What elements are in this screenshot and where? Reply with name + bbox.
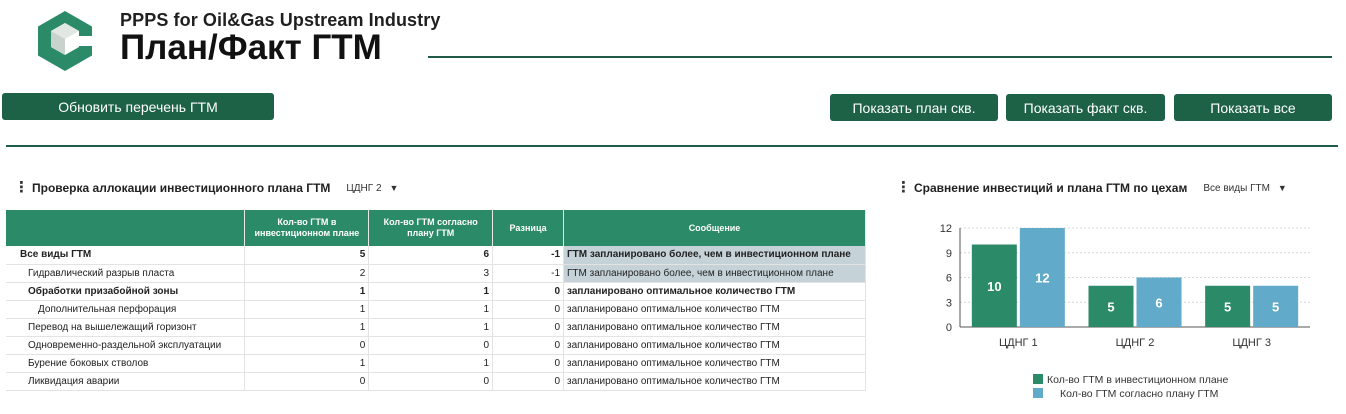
row-plan: 1 [368, 300, 494, 319]
row-plan: 6 [368, 246, 494, 265]
show-all-button[interactable]: Показать все [1174, 94, 1332, 121]
column-header-invest[interactable]: Кол-во ГТМ в инвестиционном плане [244, 210, 370, 246]
x-tick-label: ЦДНГ 3 [1232, 337, 1271, 349]
x-tick-label: ЦДНГ 1 [999, 337, 1038, 349]
allocation-filter-value: ЦДНГ 2 [346, 182, 382, 194]
comparison-title: Сравнение инвестиций и плана ГТМ по цеха… [914, 181, 1188, 195]
row-name: Одновременно-раздельной эксплуатации [6, 336, 246, 355]
row-diff: 0 [492, 282, 565, 301]
column-header-category [6, 210, 246, 246]
row-diff: -1 [492, 246, 565, 265]
row-message: ГТМ запланировано более, чем в инвестици… [563, 246, 866, 265]
table-row[interactable]: Дополнительная перфорация 1 1 0 запланир… [6, 300, 866, 319]
row-diff: 0 [492, 300, 565, 319]
row-invest: 1 [244, 282, 370, 301]
table-header-row: Кол-во ГТМ в инвестиционном плане Кол-во… [6, 210, 866, 246]
column-header-message[interactable]: Сообщение [563, 210, 866, 246]
bar-value-label: 10 [987, 279, 1001, 294]
allocation-filter-dropdown[interactable]: ЦДНГ 2 ▼ [346, 183, 398, 194]
row-message: ГТМ запланировано более, чем в инвестици… [563, 264, 866, 283]
allocation-title: Проверка аллокации инвестиционного плана… [32, 181, 331, 195]
table-row[interactable]: Перевод на вышележащий горизонт 1 1 0 за… [6, 318, 866, 337]
comparison-filter-dropdown[interactable]: Все виды ГТМ ▼ [1203, 183, 1286, 194]
bar-value-label: 12 [1035, 271, 1049, 286]
y-tick-label: 6 [946, 273, 952, 285]
row-diff: 0 [492, 354, 565, 373]
kebab-icon[interactable]: ⋮ [896, 180, 911, 195]
legend-swatch [1033, 374, 1043, 384]
row-name: Гидравлический разрыв пласта [6, 264, 246, 283]
bar-value-label: 5 [1224, 299, 1231, 314]
table-row[interactable]: Ликвидация аварии 0 0 0 запланировано оп… [6, 372, 866, 391]
table-row[interactable]: Одновременно-раздельной эксплуатации 0 0… [6, 336, 866, 355]
page-title: План/Факт ГТМ [120, 28, 382, 67]
bar-value-label: 5 [1107, 299, 1114, 314]
row-name: Бурение боковых стволов [6, 354, 246, 373]
row-invest: 0 [244, 336, 370, 355]
row-message: запланировано оптимальное количество ГТМ [563, 372, 866, 391]
legend-label: Кол-во ГТМ в инвестиционном плане [1047, 374, 1228, 386]
row-message: запланировано оптимальное количество ГТМ [563, 282, 866, 301]
bar-value-label: 5 [1272, 299, 1279, 314]
allocation-panel-header: ⋮ Проверка аллокации инвестиционного пла… [14, 180, 398, 195]
row-message: запланировано оптимальное количество ГТМ [563, 318, 866, 337]
row-name: Ликвидация аварии [6, 372, 246, 391]
caret-down-icon: ▼ [1277, 183, 1287, 193]
y-tick-label: 9 [946, 248, 952, 260]
allocation-table: Кол-во ГТМ в инвестиционном плане Кол-во… [6, 210, 866, 391]
row-diff: 0 [492, 318, 565, 337]
refresh-gtm-button[interactable]: Обновить перечень ГТМ [2, 93, 274, 120]
row-invest: 2 [244, 264, 370, 283]
comparison-panel-header: ⋮ Сравнение инвестиций и плана ГТМ по це… [896, 180, 1287, 195]
legend-swatch [1033, 388, 1043, 398]
column-header-plan[interactable]: Кол-во ГТМ согласно плану ГТМ [368, 210, 494, 246]
section-divider [6, 145, 1338, 147]
comparison-bar-chart: 0 3 6 9 12 10 12 ЦДНГ 1 5 6 ЦДНГ 2 5 5 ЦДНГ 3 Кол-во Г… [940, 223, 1310, 400]
x-tick-label: ЦДНГ 2 [1116, 337, 1155, 349]
row-name: Перевод на вышележащий горизонт [6, 318, 246, 337]
table-row[interactable]: Все виды ГТМ 5 6 -1 ГТМ запланировано бо… [6, 246, 866, 265]
y-tick-label: 12 [940, 223, 952, 235]
table-row[interactable]: Обработки призабойной зоны 1 1 0 заплани… [6, 282, 866, 301]
row-message: запланировано оптимальное количество ГТМ [563, 336, 866, 355]
row-plan: 0 [368, 372, 494, 391]
bar-value-label: 6 [1155, 295, 1162, 310]
y-tick-label: 3 [946, 297, 952, 309]
comparison-filter-value: Все виды ГТМ [1203, 182, 1270, 194]
row-invest: 1 [244, 318, 370, 337]
row-invest: 5 [244, 246, 370, 265]
row-message: запланировано оптимальное количество ГТМ [563, 354, 866, 373]
row-plan: 1 [368, 318, 494, 337]
row-diff: 0 [492, 372, 565, 391]
row-plan: 1 [368, 282, 494, 301]
row-message: запланировано оптимальное количество ГТМ [563, 300, 866, 319]
title-divider [428, 56, 1332, 58]
show-fact-wells-button[interactable]: Показать факт скв. [1006, 94, 1165, 121]
kebab-icon[interactable]: ⋮ [14, 180, 29, 195]
table-row[interactable]: Гидравлический разрыв пласта 2 3 -1 ГТМ … [6, 264, 866, 283]
row-name: Дополнительная перфорация [6, 300, 246, 319]
row-invest: 1 [244, 300, 370, 319]
row-invest: 1 [244, 354, 370, 373]
caret-down-icon: ▼ [389, 183, 399, 193]
row-invest: 0 [244, 372, 370, 391]
row-plan: 1 [368, 354, 494, 373]
legend-label: Кол-во ГТМ согласно плану ГТМ [1060, 388, 1218, 400]
show-plan-wells-button[interactable]: Показать план скв. [830, 94, 998, 121]
y-tick-label: 0 [946, 322, 952, 334]
row-diff: 0 [492, 336, 565, 355]
app-logo [38, 11, 92, 71]
row-plan: 0 [368, 336, 494, 355]
row-name: Все виды ГТМ [6, 246, 246, 265]
row-name: Обработки призабойной зоны [6, 282, 246, 301]
row-diff: -1 [492, 264, 565, 283]
column-header-diff[interactable]: Разница [492, 210, 565, 246]
table-row[interactable]: Бурение боковых стволов 1 1 0 запланиров… [6, 354, 866, 373]
row-plan: 3 [368, 264, 494, 283]
